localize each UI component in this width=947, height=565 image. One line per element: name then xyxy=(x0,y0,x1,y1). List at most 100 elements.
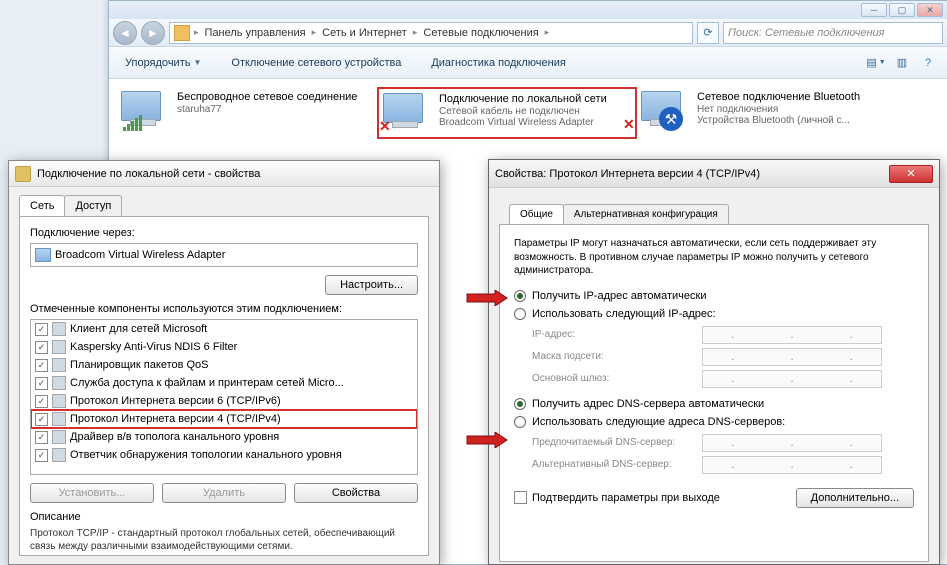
component-item-ipv4[interactable]: ✓Протокол Интернета версии 4 (TCP/IPv4) xyxy=(31,410,417,428)
component-icon xyxy=(52,340,66,354)
breadcrumb[interactable]: Сеть и Интернет xyxy=(320,27,409,39)
component-item[interactable]: ✓Kaspersky Anti-Virus NDIS 6 Filter xyxy=(31,338,417,356)
minimize-button[interactable]: ─ xyxy=(861,3,887,17)
adapter-icon xyxy=(35,248,51,262)
preview-pane-button[interactable]: ▥ xyxy=(891,53,913,73)
address-bar: ◄ ► ▸ Панель управления ▸ Сеть и Интерне… xyxy=(109,19,947,47)
dialog-titlebar: Подключение по локальной сети - свойства xyxy=(9,161,439,187)
search-placeholder: Поиск: Сетевые подключения xyxy=(728,27,885,39)
tab-alternative[interactable]: Альтернативная конфигурация xyxy=(563,204,729,224)
dns1-label: Предпочитаемый DNS-сервер: xyxy=(532,437,702,448)
disconnected-icon: ✕ xyxy=(623,116,635,133)
arrow-icon xyxy=(466,290,508,306)
diagnose-button[interactable]: Диагностика подключения xyxy=(423,53,573,73)
checkbox[interactable]: ✓ xyxy=(35,323,48,336)
advanced-button[interactable]: Дополнительно... xyxy=(796,488,914,508)
component-icon xyxy=(52,322,66,336)
connection-title: Сетевое подключение Bluetooth xyxy=(697,91,893,103)
checkbox[interactable]: ✓ xyxy=(35,341,48,354)
install-button[interactable]: Установить... xyxy=(30,483,154,503)
chevron-right-icon: ▸ xyxy=(194,27,199,38)
component-icon xyxy=(52,430,66,444)
connection-title: Беспроводное сетевое соединение xyxy=(177,91,373,103)
properties-button[interactable]: Свойства xyxy=(294,483,418,503)
breadcrumb[interactable]: Сетевые подключения xyxy=(421,27,540,39)
connection-item-lan[interactable]: ✕ Подключение по локальной сети Сетевой … xyxy=(377,87,637,139)
checkbox[interactable]: ✓ xyxy=(35,449,48,462)
disconnected-icon: ✕ xyxy=(379,118,391,135)
gateway-input: ... xyxy=(702,370,882,388)
components-list[interactable]: ✓Клиент для сетей Microsoft ✓Kaspersky A… xyxy=(30,319,418,475)
signal-icon xyxy=(123,115,142,131)
close-button[interactable]: ✕ xyxy=(889,165,933,183)
adapter-field: Broadcom Virtual Wireless Adapter xyxy=(30,243,418,267)
components-label: Отмеченные компоненты используются этим … xyxy=(30,303,418,315)
connection-item-wifi[interactable]: Беспроводное сетевое соединение staruha7… xyxy=(117,87,377,139)
checkbox[interactable]: ✓ xyxy=(35,413,48,426)
connection-sub: Нет подключения xyxy=(697,104,893,115)
ip-input: ... xyxy=(702,326,882,344)
chevron-right-icon: ▸ xyxy=(413,27,418,38)
properties-dialog: Подключение по локальной сети - свойства… xyxy=(8,160,440,565)
back-button[interactable]: ◄ xyxy=(113,21,137,45)
validate-checkbox[interactable] xyxy=(514,491,527,504)
component-icon xyxy=(52,448,66,462)
component-item[interactable]: ✓Протокол Интернета версии 6 (TCP/IPv6) xyxy=(31,392,417,410)
radio-button[interactable] xyxy=(514,398,526,410)
arrow-icon xyxy=(466,432,508,448)
connect-via-label: Подключение через: xyxy=(30,227,418,239)
disable-device-button[interactable]: Отключение сетевого устройства xyxy=(223,53,409,73)
component-item[interactable]: ✓Планировщик пакетов QoS xyxy=(31,356,417,374)
ip-label: IP-адрес: xyxy=(532,329,702,340)
validate-label: Подтвердить параметры при выходе xyxy=(532,492,720,504)
checkbox[interactable]: ✓ xyxy=(35,395,48,408)
radio-dns-auto[interactable]: Получить адрес DNS-сервера автоматически xyxy=(514,398,914,410)
connection-sub: Сетевой кабель не подключен xyxy=(439,106,631,117)
dialog-title: Свойства: Протокол Интернета версии 4 (T… xyxy=(495,168,760,180)
dns2-label: Альтернативный DNS-сервер: xyxy=(532,459,702,470)
radio-button[interactable] xyxy=(514,416,526,428)
connection-item-bluetooth[interactable]: ⚒ ✕ Сетевое подключение Bluetooth Нет по… xyxy=(637,87,897,139)
search-input[interactable]: Поиск: Сетевые подключения xyxy=(723,22,943,44)
checkbox[interactable]: ✓ xyxy=(35,359,48,372)
chevron-right-icon: ▸ xyxy=(545,27,550,38)
breadcrumb-box[interactable]: ▸ Панель управления ▸ Сеть и Интернет ▸ … xyxy=(169,22,693,44)
radio-button[interactable] xyxy=(514,290,526,302)
uninstall-button[interactable]: Удалить xyxy=(162,483,286,503)
breadcrumb[interactable]: Панель управления xyxy=(203,27,308,39)
radio-ip-auto[interactable]: Получить IP-адрес автоматически xyxy=(514,290,914,302)
gateway-label: Основной шлюз: xyxy=(532,373,702,384)
toolbar: Упорядочить▼ Отключение сетевого устройс… xyxy=(109,47,947,79)
forward-button[interactable]: ► xyxy=(141,21,165,45)
radio-dns-manual[interactable]: Использовать следующие адреса DNS-сервер… xyxy=(514,416,914,428)
component-item[interactable]: ✓Драйвер в/в тополога канального уровня xyxy=(31,428,417,446)
chevron-down-icon: ▼ xyxy=(193,58,201,67)
description-title: Описание xyxy=(30,511,418,523)
description-text: Параметры IP могут назначаться автоматич… xyxy=(514,237,914,278)
tab-pane: Параметры IP могут назначаться автоматич… xyxy=(499,224,929,562)
maximize-button[interactable]: ▢ xyxy=(889,3,915,17)
tab-general[interactable]: Общие xyxy=(509,204,564,224)
close-button[interactable]: ✕ xyxy=(917,3,943,17)
connection-adapter: Устройства Bluetooth (личной с... xyxy=(697,115,893,126)
component-item[interactable]: ✓Клиент для сетей Microsoft xyxy=(31,320,417,338)
tab-network[interactable]: Сеть xyxy=(19,195,65,216)
dns1-input: ... xyxy=(702,434,882,452)
organize-button[interactable]: Упорядочить▼ xyxy=(117,53,209,73)
refresh-button[interactable]: ⟳ xyxy=(697,22,719,44)
component-icon xyxy=(52,358,66,372)
component-item[interactable]: ✓Ответчик обнаружения топологии канально… xyxy=(31,446,417,464)
checkbox[interactable]: ✓ xyxy=(35,431,48,444)
help-button[interactable]: ? xyxy=(917,53,939,73)
configure-button[interactable]: Настроить... xyxy=(325,275,418,295)
tab-sharing[interactable]: Доступ xyxy=(64,195,122,216)
network-icon xyxy=(15,166,31,182)
radio-ip-manual[interactable]: Использовать следующий IP-адрес: xyxy=(514,308,914,320)
radio-button[interactable] xyxy=(514,308,526,320)
connection-sub: staruha77 xyxy=(177,104,373,115)
view-button[interactable]: ▤▼ xyxy=(865,53,887,73)
tab-pane: Подключение через: Broadcom Virtual Wire… xyxy=(19,216,429,556)
checkbox[interactable]: ✓ xyxy=(35,377,48,390)
component-item[interactable]: ✓Служба доступа к файлам и принтерам сет… xyxy=(31,374,417,392)
description-text: Протокол TCP/IP - стандартный протокол г… xyxy=(30,527,418,553)
